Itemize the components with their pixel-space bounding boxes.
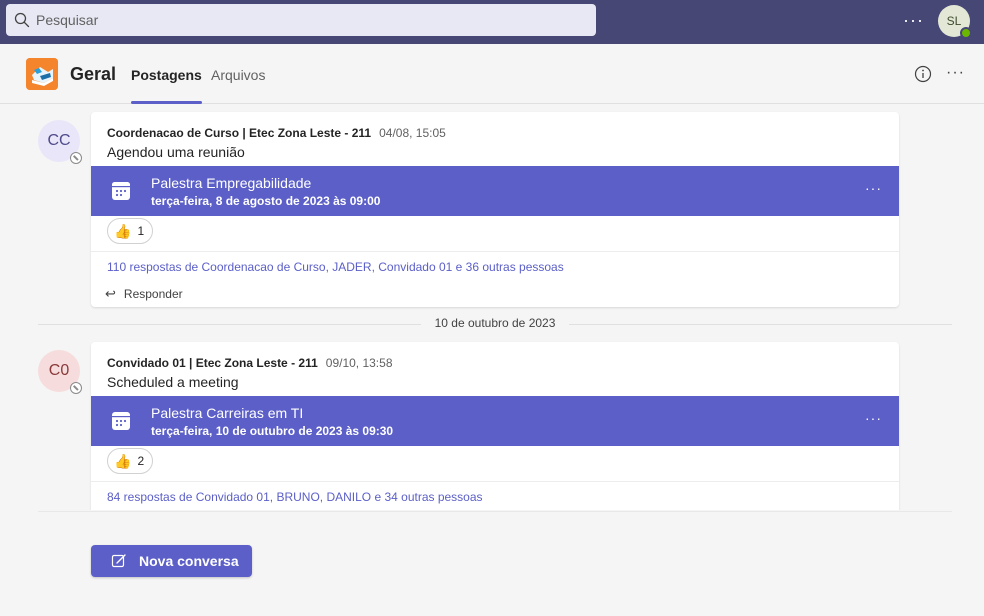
like-reaction[interactable]: 👍 2 (107, 448, 154, 474)
date-separator-label: 10 de outubro de 2023 (420, 316, 570, 330)
meeting-card[interactable]: Palestra Empregabilidade terça-feira, 8 … (91, 166, 899, 216)
new-conversation-button[interactable]: Nova conversa (91, 545, 252, 577)
calendar-icon (112, 182, 130, 200)
meeting-more-icon[interactable]: ··· (865, 180, 882, 196)
meeting-more-icon[interactable]: ··· (865, 410, 882, 426)
meeting-datetime: terça-feira, 8 de agosto de 2023 às 09:0… (151, 194, 381, 208)
post-card: Convidado 01 | Etec Zona Leste - 211 09/1… (91, 342, 899, 510)
compose-icon (111, 554, 126, 568)
channel-title: Geral (70, 64, 117, 84)
info-icon[interactable] (914, 65, 932, 83)
replies-summary-link[interactable]: 84 respostas de Convidado 01, BRUNO, DAN… (107, 490, 483, 504)
post-author-avatar[interactable]: C0 (38, 350, 82, 394)
post-meta: Convidado 01 | Etec Zona Leste - 211 09/1… (107, 356, 393, 370)
reply-button[interactable]: ↩ Responder (105, 286, 183, 302)
thumbs-up-icon: 👍 (114, 222, 132, 239)
team-logo (26, 58, 58, 90)
meeting-datetime: terça-feira, 10 de outubro de 2023 às 09… (151, 424, 394, 438)
post-meta: Coordenacao de Curso | Etec Zona Leste -… (107, 126, 446, 140)
new-conversation-label: Nova conversa (139, 553, 239, 569)
post-card: Coordenacao de Curso | Etec Zona Leste -… (91, 112, 899, 307)
search-box[interactable] (6, 4, 596, 36)
channel-header: Geral Postagens Arquivos ··· (0, 44, 984, 104)
reply-arrow-icon: ↩ (105, 286, 116, 301)
post-author-avatar[interactable]: CC (38, 120, 82, 164)
meeting-title: Palestra Empregabilidade (151, 175, 312, 191)
post-message: Scheduled a meeting (107, 374, 239, 390)
post-time: 04/08, 15:05 (379, 126, 446, 140)
meeting-card[interactable]: Palestra Carreiras em TI terça-feira, 10… (91, 396, 899, 446)
search-input[interactable] (36, 12, 576, 28)
reaction-count: 2 (137, 454, 145, 468)
feed-bottom-divider (38, 511, 952, 512)
date-separator: 10 de outubro de 2023 (0, 316, 984, 330)
reaction-count: 1 (137, 224, 145, 238)
presence-offline-icon (70, 382, 82, 394)
user-avatar[interactable]: SL (938, 5, 972, 39)
reply-label: Responder (123, 287, 183, 301)
thumbs-up-icon: 👍 (114, 452, 132, 469)
avatar-initials: C0 (48, 362, 70, 379)
presence-offline-icon (70, 152, 82, 164)
posts-feed[interactable]: CC Coordenacao de Curso | Etec Zona Lest… (0, 104, 984, 510)
top-bar: ··· SL (0, 0, 984, 44)
user-initials: SL (946, 14, 962, 28)
meeting-title: Palestra Carreiras em TI (151, 405, 304, 421)
more-options-icon[interactable]: ··· (903, 10, 924, 31)
calendar-icon (112, 412, 130, 430)
team-logo-icon (26, 58, 58, 90)
channel-more-icon[interactable]: ··· (946, 64, 965, 82)
divider (91, 251, 899, 252)
search-icon (14, 12, 30, 28)
tab-posts[interactable]: Postagens (131, 67, 202, 104)
presence-available-icon (960, 27, 972, 39)
post-author[interactable]: Convidado 01 | Etec Zona Leste - 211 (107, 356, 318, 370)
avatar-initials: CC (47, 132, 71, 149)
like-reaction[interactable]: 👍 1 (107, 218, 154, 244)
post-author[interactable]: Coordenacao de Curso | Etec Zona Leste -… (107, 126, 371, 140)
replies-summary-link[interactable]: 110 respostas de Coordenacao de Curso, J… (107, 260, 564, 274)
post-time: 09/10, 13:58 (325, 356, 393, 370)
divider (91, 481, 899, 482)
post-message: Agendou uma reunião (107, 144, 245, 160)
tab-files[interactable]: Arquivos (211, 67, 265, 83)
